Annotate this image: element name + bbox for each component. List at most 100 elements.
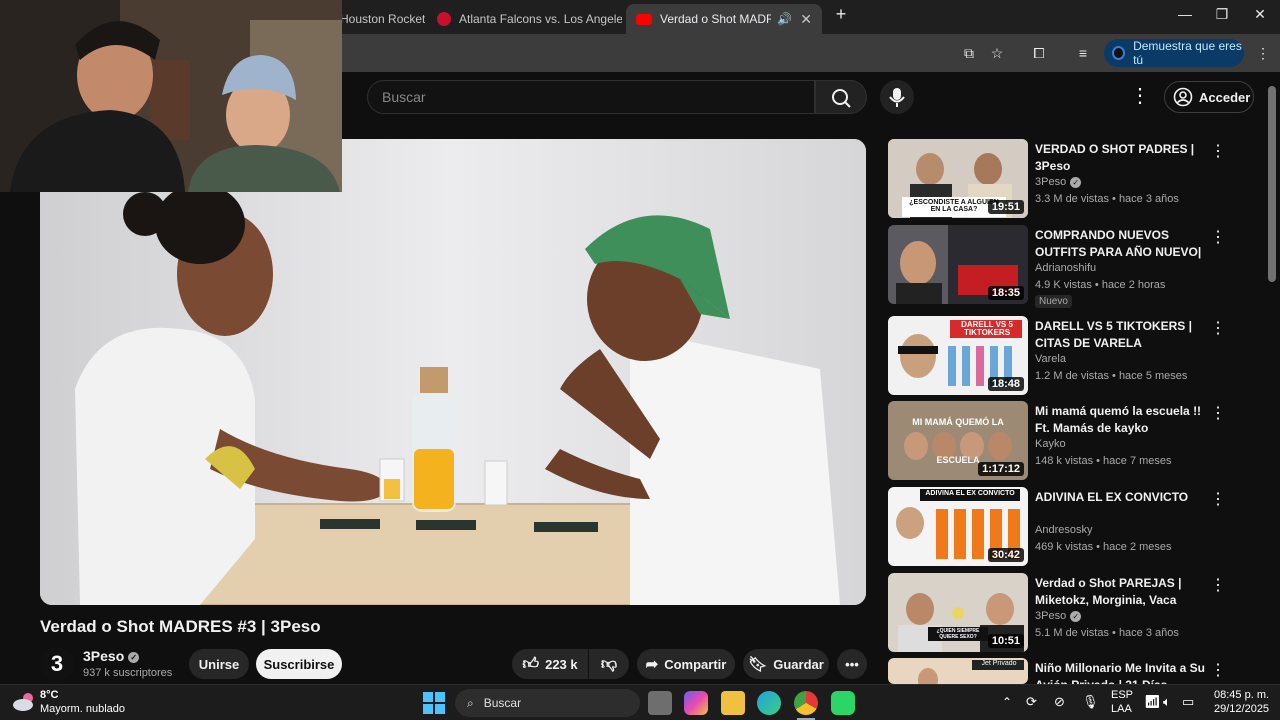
video-thumbnail[interactable]: 18:35 bbox=[888, 225, 1028, 304]
battery-icon[interactable]: ▭ bbox=[1182, 694, 1194, 710]
list-item[interactable]: ¿ESCONDISTE A ALGUIEN EN LA CASA? 19:51 … bbox=[888, 139, 1248, 219]
weather-temp: 8°C bbox=[40, 689, 59, 701]
video-duration: 19:51 bbox=[987, 200, 1024, 214]
video-thumbnail[interactable]: ADIVINA EL EX CONVICTO 30:42 bbox=[888, 487, 1028, 566]
maximize-button[interactable]: ❐ bbox=[1207, 6, 1237, 23]
thumbnail-caption: DARELL VS 5 TIKTOKERS bbox=[961, 320, 1013, 337]
video-thumbnail[interactable]: DARELL VS 5 TIKTOKERS 18:48 bbox=[888, 316, 1028, 395]
video-title[interactable]: Mi mamá quemó la escuela !! Ft. Mamás de… bbox=[1035, 403, 1210, 437]
microphone-icon[interactable]: 🎙︎ bbox=[1082, 694, 1099, 710]
page-scrollbar[interactable] bbox=[1268, 86, 1276, 282]
video-meta: 4.9 K vistas • hace 2 horas bbox=[1035, 279, 1166, 291]
wifi-icon[interactable]: 📶︎ bbox=[1144, 694, 1161, 710]
youtube-favicon-icon bbox=[636, 13, 652, 25]
dislike-button[interactable]: 👎︎ bbox=[589, 649, 629, 679]
profile-verify-button[interactable]: Demuestra que eres tú bbox=[1104, 39, 1244, 67]
tab-houston-rockets[interactable]: Houston Rockets ✕ bbox=[330, 4, 425, 34]
sync-icon[interactable]: ⟳ bbox=[1026, 694, 1037, 710]
show-hidden-icons-icon[interactable]: ⌃ bbox=[1002, 695, 1012, 709]
like-button[interactable]: 👍︎ 223 k bbox=[512, 649, 588, 679]
bookmark-star-icon[interactable]: ☆ bbox=[986, 42, 1008, 64]
video-title[interactable]: VERDAD O SHOT PADRES | 3Peso bbox=[1035, 141, 1210, 175]
taskbar-search-input[interactable]: ⌕ Buscar bbox=[455, 689, 640, 717]
channel-name[interactable]: Kayko bbox=[1035, 438, 1066, 450]
tab-verdad-o-shot[interactable]: Verdad o Shot MADRES #3 🔊 ✕ bbox=[626, 4, 822, 34]
list-item[interactable]: MI MAMÁ QUEMÓ LA ESCUELA 1:17:12 Mi mamá… bbox=[888, 401, 1248, 481]
voice-search-button[interactable] bbox=[880, 80, 914, 114]
video-title[interactable]: DARELL VS 5 TIKTOKERS | CITAS DE VARELA bbox=[1035, 318, 1210, 352]
new-tab-button[interactable]: + bbox=[826, 4, 856, 25]
verified-icon: ✓ bbox=[1070, 610, 1082, 622]
channel-avatar[interactable]: 3 bbox=[40, 647, 74, 681]
close-window-button[interactable]: ✕ bbox=[1245, 6, 1275, 23]
clock-time[interactable]: 08:45 p. m. bbox=[1214, 689, 1269, 701]
more-options-icon[interactable]: ⋮ bbox=[1210, 660, 1226, 680]
video-thumbnail[interactable]: MI MAMÁ QUEMÓ LA ESCUELA 1:17:12 bbox=[888, 401, 1028, 480]
save-button[interactable]: 🔖︎ Guardar bbox=[743, 649, 829, 679]
weather-cloud-icon[interactable] bbox=[12, 691, 36, 713]
video-title[interactable]: Verdad o Shot PAREJAS | Miketokz, Morgin… bbox=[1035, 575, 1210, 609]
list-item[interactable]: ADIVINA EL EX CONVICTO 30:42 ADIVINA EL … bbox=[888, 487, 1248, 567]
subscribe-button[interactable]: Suscribirse bbox=[256, 649, 342, 679]
tab-title: Houston Rockets bbox=[340, 12, 425, 26]
video-title[interactable]: Niño Millonario Me Invita a Su Avión Pri… bbox=[1035, 660, 1210, 684]
search-input[interactable]: Buscar bbox=[367, 80, 815, 114]
video-thumbnail[interactable]: ¿QUIEN SIEMPRE QUIERE SEXO? 10:51 bbox=[888, 573, 1028, 652]
signin-button[interactable]: Acceder bbox=[1164, 81, 1254, 113]
copilot-icon[interactable] bbox=[684, 691, 708, 715]
settings-menu-icon[interactable]: ⋮ bbox=[1130, 84, 1150, 108]
list-item[interactable]: 18:35 COMPRANDO NUEVOS OUTFITS PARA AÑO … bbox=[888, 225, 1248, 308]
close-icon[interactable]: ✕ bbox=[792, 11, 812, 28]
channel-name[interactable]: Varela bbox=[1035, 353, 1066, 365]
user-icon bbox=[1173, 87, 1193, 107]
webcam-overlay bbox=[0, 0, 342, 192]
channel-name[interactable]: 3Peso ✓ bbox=[1035, 610, 1082, 622]
more-options-icon[interactable]: ⋮ bbox=[1210, 403, 1226, 423]
input-language[interactable]: ESP bbox=[1111, 689, 1133, 701]
task-view-icon[interactable] bbox=[648, 691, 672, 715]
clock-date[interactable]: 29/12/2025 bbox=[1214, 703, 1269, 715]
extensions-icon[interactable]: ⧠ bbox=[1028, 42, 1050, 64]
channel-name[interactable]: Adrianoshifu bbox=[1035, 262, 1096, 274]
audio-playing-icon[interactable]: 🔊 bbox=[777, 12, 792, 26]
more-options-icon[interactable]: ⋮ bbox=[1210, 141, 1226, 161]
more-options-icon[interactable]: ⋮ bbox=[1210, 227, 1226, 247]
video-title[interactable]: ADIVINA EL EX CONVICTO bbox=[1035, 489, 1210, 506]
install-app-icon[interactable]: ⧉ bbox=[958, 42, 980, 64]
file-explorer-icon[interactable] bbox=[721, 691, 745, 715]
more-actions-button[interactable]: ••• bbox=[837, 649, 867, 679]
video-thumbnail[interactable]: ¿ESCONDISTE A ALGUIEN EN LA CASA? 19:51 bbox=[888, 139, 1028, 218]
whatsapp-icon[interactable] bbox=[831, 691, 855, 715]
signin-label: Acceder bbox=[1199, 89, 1251, 105]
join-button[interactable]: Unirse bbox=[189, 649, 249, 679]
chrome-browser-icon[interactable] bbox=[794, 691, 818, 715]
minimize-button[interactable]: — bbox=[1170, 6, 1200, 22]
search-button[interactable] bbox=[815, 80, 867, 114]
volume-icon[interactable]: 🔈︎ bbox=[1163, 694, 1171, 710]
windows-start-icon[interactable] bbox=[423, 692, 445, 714]
edge-browser-icon[interactable] bbox=[757, 691, 781, 715]
video-player[interactable] bbox=[40, 139, 866, 605]
thumbnail-caption: ¿QUIEN SIEMPRE QUIERE SEXO? bbox=[936, 628, 980, 640]
network-off-icon[interactable]: ⊘ bbox=[1054, 694, 1065, 710]
more-options-icon[interactable]: ⋮ bbox=[1210, 318, 1226, 338]
channel-name[interactable]: 3Peso ✓ bbox=[1035, 176, 1082, 188]
channel-name[interactable]: 3Peso ✓ bbox=[83, 648, 140, 664]
share-button[interactable]: ➦ Compartir bbox=[637, 649, 735, 679]
more-options-icon[interactable]: ⋮ bbox=[1210, 489, 1226, 509]
video-title: Verdad o Shot MADRES #3 | 3Peso bbox=[40, 617, 321, 636]
video-meta: 148 k vistas • hace 7 meses bbox=[1035, 455, 1172, 467]
keyboard-layout[interactable]: LAA bbox=[1111, 703, 1132, 715]
list-item[interactable]: Jet Privado Niño Millonario Me Invita a … bbox=[888, 658, 1248, 684]
profile-prompt-label: Demuestra que eres tú bbox=[1133, 39, 1242, 67]
video-title[interactable]: COMPRANDO NUEVOS OUTFITS PARA AÑO NUEVO|… bbox=[1035, 227, 1210, 261]
video-frame bbox=[40, 139, 866, 605]
more-options-icon[interactable]: ⋮ bbox=[1210, 575, 1226, 595]
channel-name[interactable]: Andresosky bbox=[1035, 524, 1092, 536]
browser-menu-icon[interactable]: ⋮ bbox=[1252, 42, 1274, 64]
tab-atlanta-falcons[interactable]: Atlanta Falcons vs. Los Angeles ✕ bbox=[427, 4, 622, 34]
media-control-icon[interactable]: ≡ bbox=[1072, 42, 1094, 64]
video-thumbnail[interactable]: Jet Privado bbox=[888, 658, 1028, 684]
list-item[interactable]: DARELL VS 5 TIKTOKERS 18:48 DARELL VS 5 … bbox=[888, 316, 1248, 396]
list-item[interactable]: ¿QUIEN SIEMPRE QUIERE SEXO? 10:51 Verdad… bbox=[888, 573, 1248, 653]
